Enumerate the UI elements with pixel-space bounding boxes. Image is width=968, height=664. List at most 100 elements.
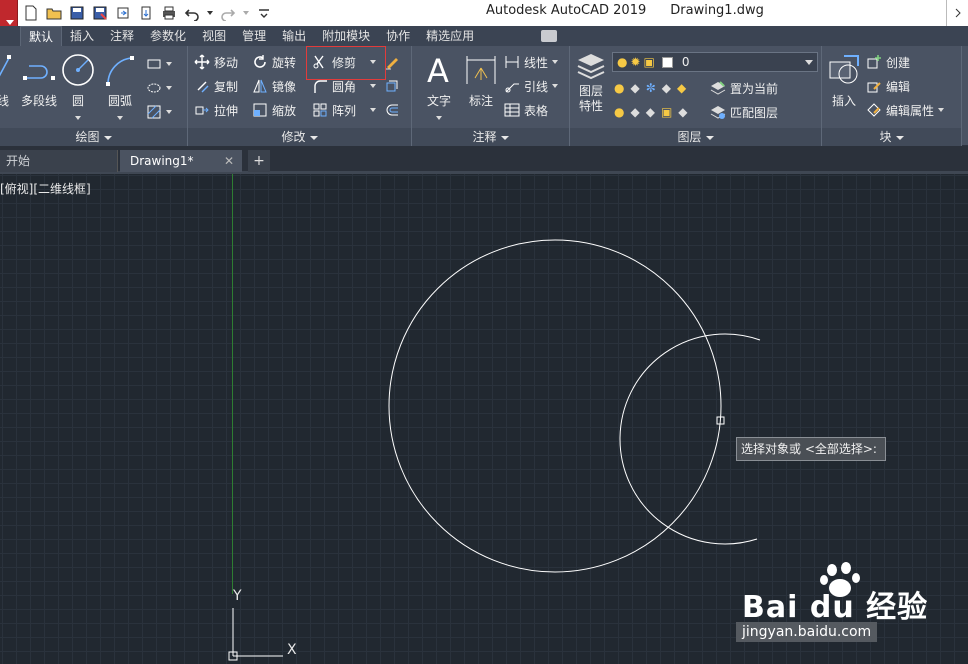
search-expand-button[interactable] [946,0,968,26]
tab-start[interactable]: 开始 [0,150,118,172]
save-as-icon[interactable] [91,4,109,22]
ucs-x-label: X [287,642,297,658]
lightbulb-icon: ● [617,55,628,69]
redo-dropdown-icon[interactable] [242,4,250,22]
layer-unlock-icon[interactable]: ▣ [661,105,672,119]
modify-panel-title-text: 修改 [281,130,306,144]
layer-lock-icon[interactable]: ◆ [662,81,671,95]
layers-panel-title[interactable]: 图层 [570,128,821,146]
open-folder-icon[interactable] [45,4,63,22]
current-layer-value: 0 [681,55,690,69]
ribbon-tab-0[interactable]: 默认 [20,26,63,46]
window-title: Autodesk AutoCAD 2019 Drawing1.dwg [486,3,788,18]
explode-button[interactable] [384,76,400,96]
svg-text:A: A [427,52,449,88]
ribbon-minimize-button[interactable] [541,30,557,42]
edit-attributes-button[interactable]: 编辑属性 [866,100,945,120]
annotation-panel-title[interactable]: 注释 [412,128,569,146]
array-label: 阵列 [332,103,357,118]
layer-thaw-icon[interactable]: ◆ [646,105,655,119]
ribbon-tab-7[interactable]: 附加模块 [314,26,378,46]
ribbon-tab-8[interactable]: 协作 [378,26,418,46]
rectangle-button[interactable] [146,54,172,74]
layer-on-icon[interactable]: ● [614,105,624,119]
cloud-open-icon[interactable] [114,4,132,22]
move-button[interactable]: 移动 [194,52,238,72]
layer-isolate-icon[interactable]: ◆ [630,81,639,95]
print-icon[interactable] [160,4,178,22]
ellipse-button[interactable] [146,78,172,98]
layer-walk-icon[interactable]: ◆ [678,105,687,119]
new-tab-button[interactable]: + [248,150,270,172]
ribbon-tab-4[interactable]: 视图 [194,26,234,46]
text-button[interactable]: A 文字 [420,52,458,123]
layer-freeze-icon[interactable]: ✼ [646,81,656,95]
layer-match-icon[interactable]: ◆ [677,81,686,95]
layer-off-icon[interactable]: ● [614,81,624,95]
ribbon-tab-3[interactable]: 参数化 [142,26,194,46]
layers-panel: 图层 特性 ● ✹ ▣ 0 ● ◆ ✼ ◆ ◆ 置为当前 ● ◆ ◆ ▣ ◆ 匹… [570,46,822,146]
rotate-button[interactable]: 旋转 [252,52,296,72]
ribbon-overflow-panel [962,46,968,146]
ribbon-tab-1[interactable]: 插入 [62,26,102,46]
layer-unisolate-icon[interactable]: ◆ [630,105,639,119]
customize-qat-icon[interactable] [255,4,273,22]
draw-panel: 线 多段线 圆 圆弧 绘图 [0,46,188,146]
tab-drawing1[interactable]: Drawing1* ✕ [120,150,242,172]
polyline-button[interactable]: 多段线 [18,52,60,109]
rotate-label: 旋转 [272,55,297,70]
ribbon-tab-9[interactable]: 精选应用 [418,26,482,46]
dimension-button[interactable]: 标注 [462,52,500,109]
edit-attributes-label: 编辑属性 [886,103,935,118]
leader-button[interactable]: 引线 [504,76,559,96]
arc-button[interactable]: 圆弧 [102,52,138,123]
block-panel-title[interactable]: 块 [822,128,961,146]
offset-button[interactable] [384,100,400,120]
modify-panel-title[interactable]: 修改 [188,128,411,146]
title-bar: Autodesk AutoCAD 2019 Drawing1.dwg [0,0,968,26]
stretch-button[interactable]: 拉伸 [194,100,238,120]
circle-label: 圆 [71,94,84,108]
close-tab-icon[interactable]: ✕ [224,150,234,172]
new-file-icon[interactable] [22,4,40,22]
scale-button[interactable]: 缩放 [252,100,296,120]
linear-dimension-button[interactable]: 线性 [504,52,559,72]
copy-button[interactable]: 复制 [194,76,238,96]
create-label: 创建 [886,55,911,70]
redo-icon[interactable] [219,4,237,22]
hatch-button[interactable] [146,102,172,122]
annotation-panel: A 文字 标注 线性 引线 表格 注释 [412,46,570,146]
new-tab-label: + [253,153,265,169]
table-button[interactable]: 表格 [504,100,548,120]
undo-icon[interactable] [183,4,201,22]
match-layer-button[interactable]: 匹配图层 [710,102,778,122]
edit-label: 编辑 [886,79,911,94]
array-button[interactable]: 阵列 [312,100,377,120]
circle-button[interactable]: 圆 [60,52,96,123]
erase-button[interactable] [384,52,400,72]
ribbon-tab-2[interactable]: 注释 [102,26,142,46]
create-block-button[interactable]: 创建 [866,52,910,72]
layer-tools-row-2: ● ◆ ◆ ▣ ◆ [614,102,688,122]
layer-properties-button[interactable]: 图层 特性 [574,52,608,114]
cloud-save-icon[interactable] [137,4,155,22]
mirror-label: 镜像 [272,79,297,94]
set-current-button[interactable]: 置为当前 [710,78,778,98]
draw-panel-title[interactable]: 绘图 [0,128,187,146]
edit-block-button[interactable]: 编辑 [866,76,910,96]
lock-icon: ▣ [643,55,655,69]
ribbon-tab-5[interactable]: 管理 [234,26,274,46]
insert-label: 插入 [831,94,856,108]
ribbon-tabs: 默认 插入 注释 参数化 视图 管理 输出 附加模块 协作 精选应用 [0,26,968,46]
mirror-button[interactable]: 镜像 [252,76,296,96]
insert-block-button[interactable]: 插入 [824,52,864,109]
scale-label: 缩放 [272,103,297,118]
line-button[interactable]: 线 [0,52,14,109]
viewport-controls[interactable]: [俯视][二维线框] [0,180,91,197]
layer-dropdown[interactable]: ● ✹ ▣ 0 [612,52,818,72]
layers-panel-title-text: 图层 [677,130,702,144]
ribbon-tab-6[interactable]: 输出 [274,26,314,46]
file-tabs: 开始 Drawing1* ✕ + [0,146,968,174]
undo-dropdown-icon[interactable] [206,4,214,22]
save-icon[interactable] [68,4,86,22]
